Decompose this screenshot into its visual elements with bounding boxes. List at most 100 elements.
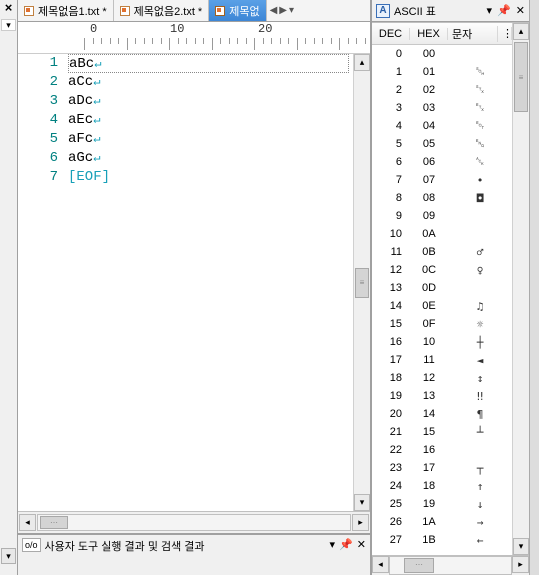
table-row[interactable]: 404␄ [372,117,512,135]
cell-hex: 08 [410,192,448,204]
cell-hex: 0B [410,246,448,258]
table-row[interactable]: 140E♫ [372,297,512,315]
col-extra[interactable]: ⋮ [498,27,512,40]
table-row[interactable]: 808◘ [372,189,512,207]
tab-next-icon[interactable]: ▶ [279,5,287,16]
gutter-dropdown[interactable]: ▾ [1,19,16,31]
code-line[interactable]: aDc↵ [68,92,353,111]
ascii-table-header[interactable]: DEC HEX 문자 ⋮ [372,23,512,45]
line-number: 1 [18,54,58,73]
cell-hex: 03 [410,102,448,114]
table-row[interactable]: 130D [372,279,512,297]
window-edge[interactable] [529,0,539,575]
tab-file-1[interactable]: 제목없음1.txt * [18,0,114,21]
table-row[interactable]: 1913‼ [372,387,512,405]
editor-horizontal-scrollbar[interactable]: ◂ ⋯ ▸ [18,511,370,533]
table-row[interactable]: 505␅ [372,135,512,153]
close-icon[interactable]: × [0,0,17,18]
table-row[interactable]: 120C♀ [372,261,512,279]
col-dec[interactable]: DEC [372,28,410,40]
cell-hex: 02 [410,84,448,96]
cell-dec: 12 [372,264,410,276]
scroll-right-icon[interactable]: ▸ [352,514,369,531]
cell-dec: 14 [372,300,410,312]
table-row[interactable]: 1711◄ [372,351,512,369]
line-number: 3 [18,92,58,111]
scroll-left-icon[interactable]: ◂ [372,556,389,573]
cell-dec: 24 [372,480,410,492]
cell-dec: 18 [372,372,410,384]
close-icon[interactable]: ✕ [357,538,366,551]
ascii-horizontal-scrollbar[interactable]: ◂ ⋯ ▸ [372,555,529,575]
code-line[interactable]: aBc↵ [68,54,349,73]
cell-hex: 04 [410,120,448,132]
editor-vertical-scrollbar[interactable]: ▴ ≡ ▾ [353,54,370,511]
table-row[interactable]: 261A→ [372,513,512,531]
scroll-thumb[interactable]: ⋯ [404,558,434,573]
pin-icon[interactable]: 📌 [497,4,511,17]
tab-file-3[interactable]: 제목없 [209,0,266,21]
table-row[interactable]: 150F☼ [372,315,512,333]
tab-label: 제목없음1.txt * [38,3,107,19]
col-hex[interactable]: HEX [410,28,448,40]
scroll-thumb[interactable]: ⋯ [40,516,68,529]
return-mark-icon: ↵ [94,57,101,71]
table-row[interactable]: 101␁ [372,63,512,81]
code-area[interactable]: aBc↵aCc↵aDc↵aEc↵aFc↵aGc↵[EOF] [68,54,353,511]
code-line[interactable]: aCc↵ [68,73,353,92]
cell-char: ␂ [448,83,512,97]
cell-char: ← [448,534,512,547]
table-row[interactable]: 303␃ [372,99,512,117]
table-row[interactable]: 2115┴ [372,423,512,441]
table-row[interactable]: 000 [372,45,512,63]
ascii-icon: A [376,4,390,18]
pin-icon[interactable]: 📌 [339,538,353,551]
table-row[interactable]: 1610┼ [372,333,512,351]
table-row[interactable]: 606␆ [372,153,512,171]
scroll-left-icon[interactable]: ◂ [19,514,36,531]
table-row[interactable]: 100A [372,225,512,243]
cell-char: ┴ [448,426,512,439]
code-line[interactable]: [EOF] [68,168,353,187]
table-row[interactable]: 271B← [372,531,512,549]
scroll-down-icon[interactable]: ▾ [354,494,370,511]
cell-hex: 0C [410,264,448,276]
scroll-up-icon[interactable]: ▴ [354,54,370,71]
table-row[interactable]: 2519↓ [372,495,512,513]
close-icon[interactable]: ✕ [516,4,525,17]
return-mark-icon: ↵ [93,151,100,165]
table-row[interactable]: 2418↑ [372,477,512,495]
code-line[interactable]: aEc↵ [68,111,353,130]
cell-hex: 0A [410,228,448,240]
table-row[interactable]: 2216 [372,441,512,459]
code-line[interactable]: aFc↵ [68,130,353,149]
panel-menu-icon[interactable]: ▾ [330,538,336,551]
panel-menu-icon[interactable]: ▾ [487,4,493,17]
tab-menu-icon[interactable]: ▾ [289,5,294,16]
table-row[interactable]: 110B♂ [372,243,512,261]
scroll-thumb[interactable]: ≡ [514,42,528,112]
cell-hex: 00 [410,48,448,60]
table-row[interactable]: 707• [372,171,512,189]
table-row[interactable]: 2014¶ [372,405,512,423]
scroll-right-icon[interactable]: ▸ [512,556,529,573]
table-row[interactable]: 2317┬ [372,459,512,477]
col-char[interactable]: 문자 [448,26,498,42]
cell-hex: 06 [410,156,448,168]
scroll-down-icon[interactable]: ▾ [513,538,529,555]
ascii-vertical-scrollbar[interactable]: ▴ ≡ ▾ [512,23,529,555]
cell-char: ◄ [448,354,512,367]
output-panel: ᴏ/ᴏ 사용자 도구 실행 결과 및 검색 결과 ▾ 📌 ✕ [18,533,370,575]
tab-label: 제목없 [229,3,259,19]
cell-hex: 10 [410,336,448,348]
tab-file-2[interactable]: 제목없음2.txt * [114,0,210,21]
table-row[interactable]: 1812↕ [372,369,512,387]
tab-prev-icon[interactable]: ◀ [270,5,278,16]
table-row[interactable]: 909 [372,207,512,225]
tab-strip: 제목없음1.txt * 제목없음2.txt * 제목없 ◀ ▶ ▾ [18,0,370,22]
scroll-thumb[interactable]: ≡ [355,268,369,298]
gutter-split-down[interactable]: ▾ [1,548,16,564]
table-row[interactable]: 202␂ [372,81,512,99]
scroll-up-icon[interactable]: ▴ [513,23,529,40]
code-line[interactable]: aGc↵ [68,149,353,168]
